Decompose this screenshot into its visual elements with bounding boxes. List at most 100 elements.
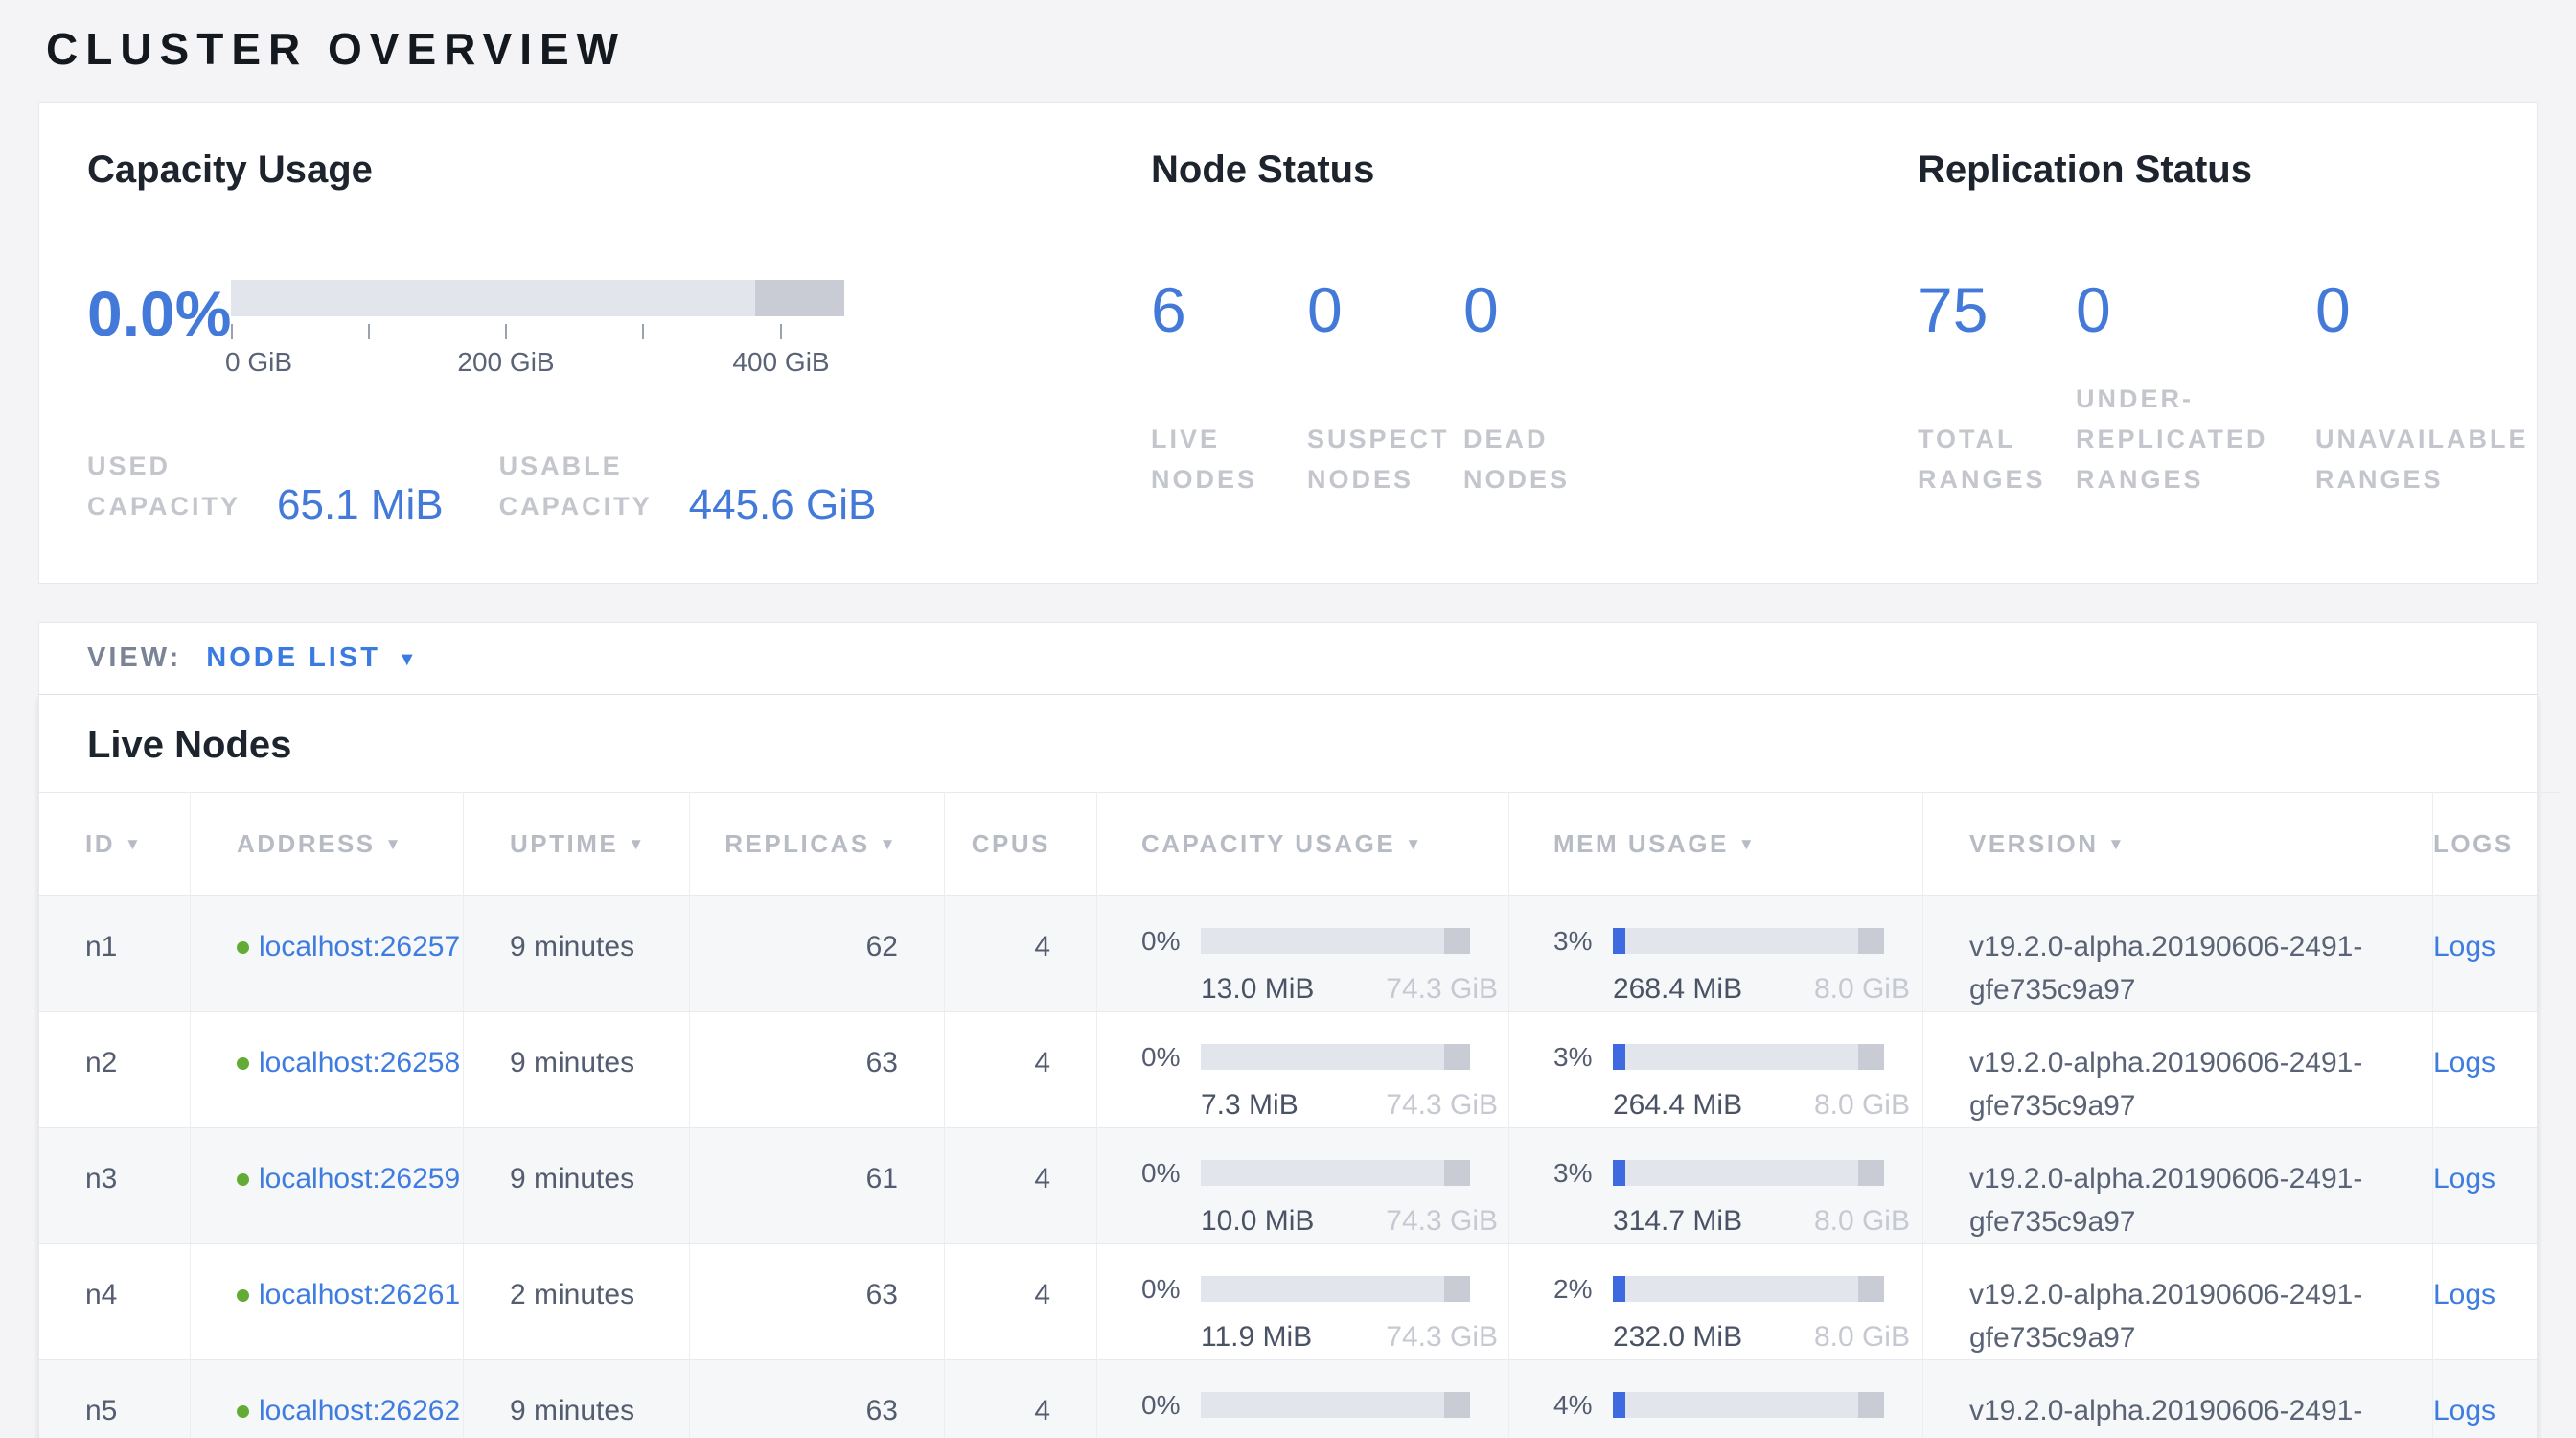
capacity-bar-reserved-segment bbox=[1444, 1160, 1470, 1186]
axis-tick bbox=[231, 324, 233, 339]
capacity-usage-bar bbox=[1201, 1044, 1470, 1070]
logs-link[interactable]: Logs bbox=[2433, 1395, 2496, 1426]
axis-tick bbox=[780, 324, 782, 339]
memory-bar-reserved-segment bbox=[1858, 1044, 1884, 1070]
replicas-cell: 63 bbox=[689, 1012, 944, 1127]
table-header-row: ID▼ADDRESS▼UPTIME▼REPLICAS▼CPUSCAPACITY … bbox=[39, 792, 2537, 895]
replication-stat: 0UNDER-REPLICATED RANGES bbox=[2076, 278, 2315, 500]
replication-status-section: Replication Status 75TOTAL RANGES0UNDER-… bbox=[1918, 149, 2545, 527]
memory-bar-reserved-segment bbox=[1858, 1392, 1884, 1418]
logs-link[interactable]: Logs bbox=[2433, 1279, 2496, 1310]
logs-link[interactable]: Logs bbox=[2433, 1163, 2496, 1194]
uptime-cell: 9 minutes bbox=[463, 1012, 689, 1127]
capacity-bar-reserved-segment bbox=[1444, 1044, 1470, 1070]
capacity-usage-percent: 0% bbox=[1141, 1269, 1201, 1310]
view-selected-value: NODE LIST bbox=[206, 642, 380, 674]
node-address-cell: localhost:26257 bbox=[190, 896, 463, 1011]
node-address-link[interactable]: localhost:26259 bbox=[237, 1163, 460, 1194]
replicas-cell: 63 bbox=[689, 1360, 944, 1438]
axis-tick bbox=[505, 324, 507, 339]
replication-stat-label: TOTAL RANGES bbox=[1918, 420, 2076, 500]
cpus-cell: 4 bbox=[944, 1244, 1096, 1359]
capacity-bar-reserved-segment bbox=[1444, 1392, 1470, 1418]
column-header-replicas[interactable]: REPLICAS▼ bbox=[689, 792, 944, 895]
logs-cell: Logs bbox=[2432, 1012, 2542, 1127]
column-header-version[interactable]: VERSION▼ bbox=[1922, 792, 2432, 895]
replication-stat: 0UNAVAILABLE RANGES bbox=[2315, 278, 2545, 500]
version-cell: v19.2.0-alpha.20190606-2491-gfe735c9a97 bbox=[1922, 1012, 2432, 1127]
column-header-label: ADDRESS bbox=[237, 829, 376, 859]
column-header-uptime[interactable]: UPTIME▼ bbox=[463, 792, 689, 895]
capacity-used-value: 10.0 MiB bbox=[1201, 1199, 1314, 1242]
version-cell: v19.2.0-alpha.20190606-2491-gfe735c9a97 bbox=[1922, 1244, 2432, 1359]
capacity-total-value: 74.3 GiB bbox=[1386, 1315, 1498, 1358]
axis-tick-label: 200 GiB bbox=[457, 347, 554, 378]
capacity-usage-cell: 0%13.0 MiB74.3 GiB bbox=[1096, 896, 1508, 1011]
memory-used-value: 329.6 MiB bbox=[1613, 1431, 1742, 1438]
memory-usage-percent: 3% bbox=[1553, 921, 1613, 962]
logs-link[interactable]: Logs bbox=[2433, 1047, 2496, 1078]
node-status-stat-label: DEAD NODES bbox=[1463, 420, 1620, 500]
column-header-memory[interactable]: MEM USAGE ▼ bbox=[1508, 792, 1922, 895]
node-address-link[interactable]: localhost:26257 bbox=[237, 931, 460, 963]
replication-status-title: Replication Status bbox=[1918, 149, 2545, 192]
table-row: n1localhost:262579 minutes6240%13.0 MiB7… bbox=[39, 895, 2537, 1011]
logs-cell: Logs bbox=[2432, 1360, 2542, 1438]
live-status-dot-icon bbox=[237, 1405, 249, 1418]
node-id-cell: n1 bbox=[39, 896, 190, 1011]
logs-link[interactable]: Logs bbox=[2433, 931, 2496, 963]
memory-usage-percent: 2% bbox=[1553, 1269, 1613, 1310]
column-header-id[interactable]: ID▼ bbox=[39, 792, 190, 895]
table-row: n3localhost:262599 minutes6140%10.0 MiB7… bbox=[39, 1127, 2537, 1243]
column-header-label: CPUS bbox=[972, 829, 1050, 859]
uptime-cell: 9 minutes bbox=[463, 1360, 689, 1438]
node-status-stat-value: 6 bbox=[1151, 278, 1307, 341]
memory-total-value: 8.0 GiB bbox=[1814, 967, 1910, 1010]
capacity-axis: 0 GiB 200 GiB 400 GiB bbox=[231, 316, 844, 383]
node-id-cell: n5 bbox=[39, 1360, 190, 1438]
memory-usage-bar bbox=[1613, 1392, 1884, 1418]
view-selector[interactable]: NODE LIST ▼ bbox=[206, 642, 416, 674]
capacity-usage-cell: 0%12.4 MiB74.3 GiB bbox=[1096, 1360, 1508, 1438]
node-status-stat: 0DEAD NODES bbox=[1463, 278, 1620, 500]
column-header-label: ID bbox=[85, 829, 115, 859]
capacity-usage-bar bbox=[1201, 1160, 1470, 1186]
memory-bar-reserved-segment bbox=[1858, 928, 1884, 954]
memory-used-value: 232.0 MiB bbox=[1613, 1315, 1742, 1358]
used-capacity-stat: USED CAPACITY 65.1 MiB bbox=[87, 447, 444, 527]
table-row: n5 localhost:262629 minutes6340%12.4 MiB7… bbox=[39, 1359, 2537, 1438]
capacity-usage-percent: 0% bbox=[1141, 1385, 1201, 1426]
memory-used-value: 264.4 MiB bbox=[1613, 1083, 1742, 1126]
capacity-meter: 0 GiB 200 GiB 400 GiB bbox=[231, 280, 844, 383]
node-status-section: Node Status 6LIVE NODES0SUSPECT NODES0DE… bbox=[1151, 149, 1918, 527]
memory-total-value: 8.0 GiB bbox=[1814, 1083, 1910, 1126]
table-row: n2localhost:262589 minutes6340%7.3 MiB74… bbox=[39, 1011, 2537, 1127]
capacity-usage-bar bbox=[1201, 1392, 1470, 1418]
memory-bar-reserved-segment bbox=[1858, 1276, 1884, 1302]
capacity-usage-bar bbox=[1201, 1276, 1470, 1302]
live-nodes-title: Live Nodes bbox=[39, 695, 2537, 792]
node-status-stat: 0SUSPECT NODES bbox=[1307, 278, 1463, 500]
memory-bar-fill bbox=[1613, 1276, 1625, 1302]
node-id-cell: n2 bbox=[39, 1012, 190, 1127]
node-id-cell: n3 bbox=[39, 1128, 190, 1243]
column-header-label: MEM USAGE bbox=[1553, 829, 1729, 859]
column-header-capacity[interactable]: CAPACITY USAGE▼ bbox=[1096, 792, 1508, 895]
cpus-cell: 4 bbox=[944, 1360, 1096, 1438]
sort-caret-icon: ▼ bbox=[880, 833, 898, 854]
node-address-link[interactable]: localhost:26258 bbox=[237, 1047, 460, 1078]
node-address-link[interactable]: localhost:26261 bbox=[237, 1279, 460, 1310]
node-address-link[interactable]: localhost:26262 bbox=[237, 1395, 460, 1426]
sort-caret-icon: ▼ bbox=[385, 833, 403, 854]
memory-usage-bar bbox=[1613, 1160, 1884, 1186]
column-header-address[interactable]: ADDRESS ▼ bbox=[190, 792, 463, 895]
memory-usage-cell: 4%329.6 MiB8.0 GiB bbox=[1508, 1360, 1922, 1438]
uptime-cell: 9 minutes bbox=[463, 896, 689, 1011]
node-address-cell: localhost:26258 bbox=[190, 1012, 463, 1127]
used-capacity-label: USED CAPACITY bbox=[87, 447, 252, 527]
node-status-title: Node Status bbox=[1151, 149, 1918, 192]
live-status-dot-icon bbox=[237, 1289, 249, 1302]
table-row: n4localhost:262612 minutes6340%11.9 MiB7… bbox=[39, 1243, 2537, 1359]
memory-usage-percent: 3% bbox=[1553, 1153, 1613, 1194]
sort-caret-icon: ▼ bbox=[1738, 833, 1757, 854]
